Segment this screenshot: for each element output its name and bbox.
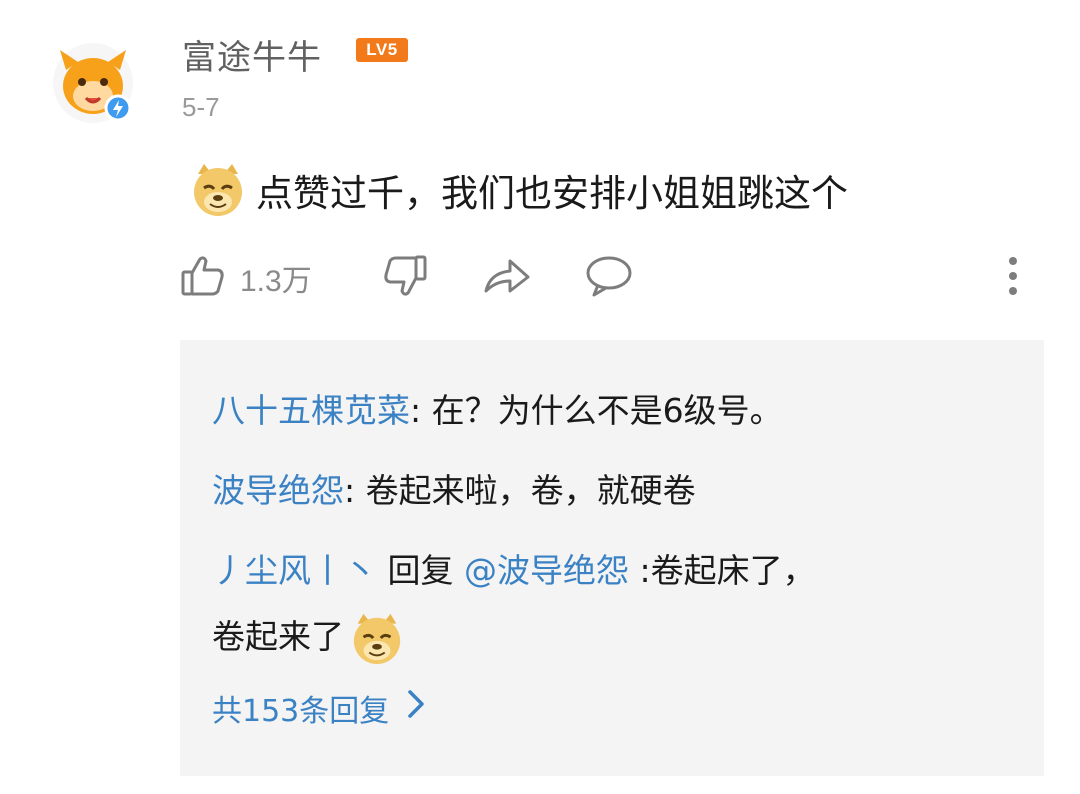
reply-item-continued: 卷起来了 (212, 604, 404, 670)
view-all-replies-link[interactable]: 共153条回复 (212, 686, 425, 730)
comment-text: 点赞过千，我们也安排小姐姐跳这个 (256, 172, 848, 215)
reply-author[interactable]: 丿尘风丨丶 (212, 551, 377, 590)
reply-button[interactable] (584, 248, 634, 308)
reply-text: : 卷起来啦，卷，就硬卷 (344, 471, 696, 510)
reply-author[interactable]: 八十五棵苋菜 (212, 391, 410, 430)
thumbs-down-icon (382, 253, 428, 303)
chevron-right-icon (407, 689, 425, 727)
like-count: 1.3万 (240, 265, 312, 298)
reply-mention[interactable]: @波导绝怨 (464, 551, 629, 590)
reply-text: :卷起床了， (628, 551, 816, 590)
doge-emoji-icon (350, 612, 404, 666)
username[interactable]: 富途牛牛 (182, 30, 322, 79)
dislike-button[interactable] (382, 248, 428, 308)
more-icon (998, 253, 1028, 303)
level-badge: LV5 (356, 38, 408, 62)
comment-text-row: 点赞过千，我们也安排小姐姐跳这个 (190, 162, 848, 218)
more-options-button[interactable] (998, 248, 1028, 308)
thumbs-up-icon (180, 253, 226, 303)
reply-item[interactable]: 丿尘风丨丶 回复 @波导绝怨 :卷起床了， (212, 538, 816, 604)
action-bar: 1.3万 (180, 248, 1040, 308)
reply-item[interactable]: 八十五棵苋菜: 在？为什么不是6级号。 (212, 378, 783, 444)
doge-emoji-icon (190, 162, 246, 218)
share-button[interactable] (482, 248, 532, 308)
reply-text: : 在？为什么不是6级号。 (410, 391, 783, 430)
reply-text-continued: 卷起来了 (212, 617, 344, 656)
reply-item[interactable]: 波导绝怨: 卷起来啦，卷，就硬卷 (212, 458, 696, 524)
reply-keyword: 回复 (377, 551, 464, 590)
view-all-replies-label: 共153条回复 (212, 694, 390, 729)
like-button[interactable]: 1.3万 (180, 248, 312, 308)
comment-icon (584, 253, 634, 303)
replies-panel: 八十五棵苋菜: 在？为什么不是6级号。 波导绝怨: 卷起来啦，卷，就硬卷 丿尘风… (180, 340, 1044, 776)
reply-author[interactable]: 波导绝怨 (212, 471, 344, 510)
avatar[interactable] (52, 42, 134, 124)
comment-date: 5-7 (182, 92, 220, 122)
share-icon (482, 253, 532, 303)
